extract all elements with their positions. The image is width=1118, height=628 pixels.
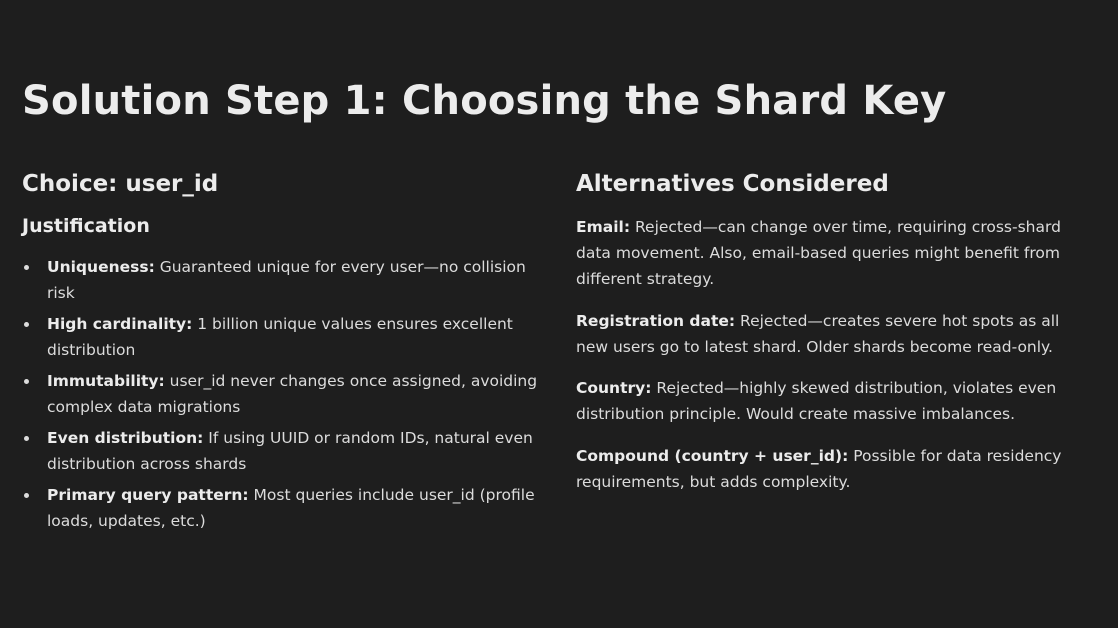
justification-item-cardinality: High cardinality: 1 billion unique value… — [22, 311, 542, 363]
choice-column: Choice: user_id Justification Uniqueness… — [22, 168, 542, 539]
alternative-text: Rejected—can change over time, requiring… — [576, 218, 1061, 288]
alternative-registration-date: Registration date: Rejected—creates seve… — [576, 308, 1096, 360]
bullet-icon — [24, 379, 29, 384]
alternatives-heading: Alternatives Considered — [576, 171, 889, 197]
alternative-label: Registration date: — [576, 311, 736, 330]
bullet-icon — [24, 436, 29, 441]
justification-heading: Justification — [22, 215, 150, 237]
alternatives-column: Alternatives Considered Email: Rejected—… — [576, 168, 1096, 509]
alternatives-list: Email: Rejected—can change over time, re… — [576, 214, 1096, 495]
slide-title: Solution Step 1: Choosing the Shard Key — [22, 78, 947, 124]
bullet-icon — [24, 322, 29, 327]
item-label: Even distribution: — [47, 429, 204, 447]
alternative-label: Compound (country + user_id): — [576, 446, 849, 465]
choice-heading: Choice: user_id — [22, 171, 219, 197]
justification-item-immutability: Immutability: user_id never changes once… — [22, 368, 542, 420]
item-label: Primary query pattern: — [47, 486, 249, 504]
alternative-email: Email: Rejected—can change over time, re… — [576, 214, 1096, 292]
alternative-compound: Compound (country + user_id): Possible f… — [576, 443, 1096, 495]
bullet-icon — [24, 493, 29, 498]
justification-item-uniqueness: Uniqueness: Guaranteed unique for every … — [22, 254, 542, 306]
item-label: Immutability: — [47, 372, 165, 390]
justification-item-query-pattern: Primary query pattern: Most queries incl… — [22, 482, 542, 534]
bullet-icon — [24, 265, 29, 270]
justification-item-distribution: Even distribution: If using UUID or rand… — [22, 425, 542, 477]
item-label: Uniqueness: — [47, 258, 155, 276]
item-label: High cardinality: — [47, 315, 193, 333]
alternative-label: Email: — [576, 218, 631, 236]
alternative-country: Country: Rejected—highly skewed distribu… — [576, 375, 1096, 427]
justification-list: Uniqueness: Guaranteed unique for every … — [22, 254, 542, 534]
alternative-label: Country: — [576, 379, 652, 397]
